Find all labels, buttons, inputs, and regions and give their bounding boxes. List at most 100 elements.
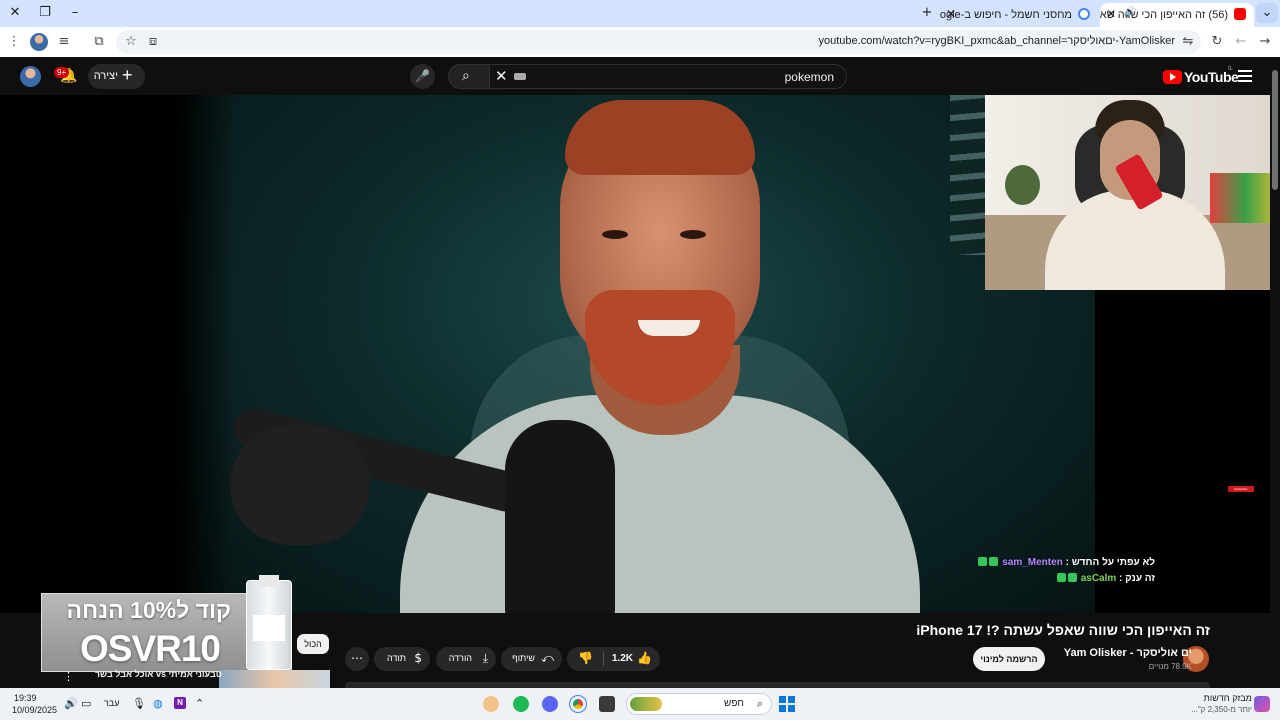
download-label: הורדה (448, 653, 472, 663)
filter-chip-all[interactable]: הכול (297, 634, 329, 654)
thanks-button[interactable]: $ תודה (374, 647, 430, 671)
share-button[interactable]: ⤺ שיתוף (501, 647, 562, 671)
create-label: יצירה (93, 70, 118, 82)
microphone-icon[interactable]: 🎙 (132, 697, 146, 710)
chrome-icon[interactable] (569, 695, 587, 713)
audio-playing-icon[interactable]: 🔊 (1124, 7, 1136, 18)
clock-date[interactable]: 10/09/2025 (12, 705, 57, 715)
shade (175, 95, 235, 613)
forward-icon[interactable]: ← (1232, 33, 1250, 51)
ad-discount-text: קוד ל10% הנחה (66, 597, 231, 623)
hamburger-menu-icon[interactable] (1238, 70, 1252, 82)
chat-text: לא עפתי על החדש (1071, 557, 1155, 568)
clock-time[interactable]: 19:39 (14, 693, 37, 703)
youtube-favicon-icon (1234, 8, 1246, 20)
keyboard-icon[interactable] (514, 73, 526, 80)
taskbar-search[interactable]: ⌕ חפש (626, 693, 772, 715)
like-count[interactable]: 1.2K (612, 653, 633, 664)
site-settings-icon[interactable]: ⇋ (1179, 33, 1197, 51)
profile-avatar[interactable] (30, 33, 48, 51)
address-bar[interactable]: ☆ ⧈ youtube.com/watch?v=rygBKI_pxmc&ab_c… (116, 30, 1201, 54)
volume-icon[interactable]: 🔊 (64, 697, 78, 710)
back-icon[interactable]: → (1256, 33, 1274, 51)
search-input[interactable]: ✕ pokemon (489, 64, 847, 89)
search-button[interactable]: ⌕ (448, 64, 490, 89)
subscribe-watermark[interactable]: Subscribe (1228, 486, 1254, 492)
thumbs-down-icon[interactable]: 👎 (578, 651, 593, 665)
windows-taskbar: 19:39 10/09/2025 🔊 ▭ עבר 🎙 ◍ N ⌃ ⌕ חפש מ… (0, 688, 1280, 720)
thumbs-up-icon[interactable]: 👍 (637, 651, 652, 665)
chat-badge-icon (989, 557, 999, 566)
network-icon[interactable]: ▭ (81, 697, 91, 710)
discord-icon[interactable] (542, 696, 558, 712)
language-indicator[interactable]: עבר (104, 698, 119, 708)
search-icon: ⌕ (462, 68, 470, 84)
onenote-icon[interactable]: N (174, 697, 186, 709)
eye (680, 230, 706, 239)
google-favicon-icon (1078, 8, 1090, 20)
bookmark-star-icon[interactable]: ☆ (122, 33, 140, 51)
account-avatar[interactable] (20, 66, 41, 87)
watermark-text: Subscribe (1234, 487, 1248, 491)
news-widget-icon[interactable] (1254, 696, 1270, 712)
restore-window-icon[interactable]: ❐ (34, 3, 56, 23)
download-button[interactable]: ⤓ הורדה (436, 647, 496, 671)
file-explorer-icon[interactable] (599, 696, 615, 712)
mouth (638, 320, 700, 336)
eye (602, 230, 628, 239)
create-button[interactable]: יצירה + (88, 64, 145, 89)
region-code: IL (1228, 66, 1234, 72)
subscriber-count: 78.9K מנויים (1148, 662, 1192, 671)
chrome-menu-icon[interactable]: ⋮ (5, 33, 23, 51)
like-divider (603, 652, 604, 666)
youtube-play-icon (1163, 70, 1182, 84)
subscribe-button[interactable]: הרשמה למינוי (973, 647, 1045, 671)
more-actions-button[interactable]: ⋯ (345, 647, 369, 671)
url-text[interactable]: youtube.com/watch?v=rygBKI_pxmc&ab_chann… (819, 35, 1175, 47)
chat-username: asCalm (1080, 573, 1117, 584)
tab-google-search[interactable]: מחסני חשמל - חיפוש ב-Google ✕ (940, 3, 1098, 27)
tray-expand-icon[interactable]: ⌃ (195, 697, 204, 710)
playlist-icon[interactable]: ≡ (55, 33, 73, 51)
browser-tab-strip: ✕ ❐ – + מחסני חשמל - חיפוש ב-Google ✕ (5… (0, 0, 1280, 27)
search-query-text[interactable]: pokemon (785, 70, 834, 84)
channel-name[interactable]: ים אוליסקר - Yam Olisker (1064, 647, 1192, 659)
search-label: חפש (724, 698, 744, 709)
tab-youtube-video[interactable]: (56) זה האייפון הכי שווה שאפל עשתה ?! iP… (1100, 3, 1254, 27)
windows-start-icon[interactable] (779, 696, 795, 712)
recommended-video-title[interactable]: טבעוני אמיתי vs אוכל אבל בשר (95, 669, 222, 679)
install-app-icon[interactable]: ⧈ (144, 33, 162, 51)
spotify-icon[interactable] (513, 696, 529, 712)
recommended-menu-icon[interactable]: ⋮ (63, 670, 74, 683)
youtube-header: 🔔 9+ יצירה + 🎤 ⌕ ✕ pokemon YouTube IL (0, 57, 1280, 95)
clear-search-icon[interactable]: ✕ (495, 67, 508, 85)
news-widget-title[interactable]: מבזק חדשות (1204, 693, 1252, 703)
recommended-video-thumbnail[interactable] (219, 670, 330, 688)
microphone (505, 420, 615, 613)
close-tab-icon[interactable]: ✕ (946, 7, 956, 21)
thanks-dollar-icon: $ (414, 651, 422, 665)
chat-badge-icon (978, 557, 988, 566)
chat-badge-icon (1056, 573, 1066, 582)
app-icon[interactable] (483, 696, 499, 712)
hand (230, 425, 370, 545)
chat-badge-icon (1067, 573, 1077, 582)
voice-search-mic-icon[interactable]: 🎤 (410, 64, 435, 89)
new-tab-icon[interactable]: + (916, 3, 938, 23)
hair (565, 100, 755, 175)
extensions-icon[interactable]: ⧉ (90, 33, 108, 51)
reload-icon[interactable]: ↻ (1208, 33, 1226, 51)
ad-code-text: OSVR10 (80, 628, 221, 669)
tab-search-chevron-icon[interactable]: ⌄ (1256, 3, 1278, 23)
news-widget-subtitle[interactable]: יותר מ-2,350 ק"... (1191, 705, 1252, 714)
close-window-icon[interactable]: ✕ (4, 3, 26, 23)
edge-icon[interactable]: ◍ (153, 697, 163, 710)
close-tab-icon[interactable]: ✕ (1106, 7, 1116, 21)
share-icon: ⤺ (541, 651, 554, 665)
plus-icon: + (122, 65, 133, 85)
chat-text: זה ענק (1125, 573, 1155, 584)
minimize-window-icon[interactable]: – (64, 3, 86, 23)
scrollbar-thumb[interactable] (1272, 70, 1278, 190)
chat-message: לא עפתי על החדש : sam_Menten (977, 557, 1155, 568)
webcam-overlay (985, 95, 1280, 290)
